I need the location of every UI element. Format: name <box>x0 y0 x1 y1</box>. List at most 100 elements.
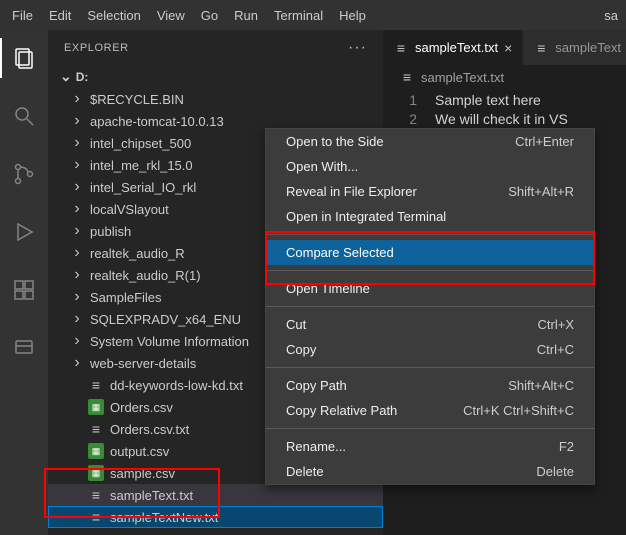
folder-label: localVSlayout <box>90 202 169 217</box>
folder-label: intel_me_rkl_15.0 <box>90 158 193 173</box>
file-label: sampleTextNew.txt <box>110 510 218 525</box>
file-icon <box>88 465 104 481</box>
activity-extensions-icon[interactable] <box>0 270 48 310</box>
menu-bar: File Edit Selection View Go Run Terminal… <box>0 0 626 30</box>
tree-file[interactable]: sampleText.txt <box>48 484 383 506</box>
tree-root[interactable]: D: <box>48 65 383 88</box>
chevron-right-icon <box>70 179 84 195</box>
context-menu-item[interactable]: Copy Path Shift+Alt+C <box>266 373 594 398</box>
close-icon[interactable]: × <box>504 41 512 55</box>
breadcrumb[interactable]: sampleText.txt <box>383 65 626 89</box>
activity-run-debug-icon[interactable] <box>0 212 48 252</box>
menu-terminal[interactable]: Terminal <box>266 0 331 30</box>
file-icon <box>88 443 104 459</box>
chevron-right-icon <box>70 157 84 173</box>
chevron-right-icon <box>70 311 84 327</box>
menu-run[interactable]: Run <box>226 0 266 30</box>
tree-folder[interactable]: $RECYCLE.BIN <box>48 88 383 110</box>
context-menu: Open to the SideCtrl+Enter Open With... Re… <box>265 128 595 485</box>
tab-active[interactable]: sampleText.txt × <box>383 30 523 65</box>
context-menu-item[interactable]: Rename...F2 <box>266 434 594 459</box>
menu-item-label: Compare Selected <box>286 245 394 260</box>
line-number: 1 <box>399 91 417 110</box>
activity-explorer-icon[interactable] <box>0 38 48 78</box>
line-text: We will check it in VS <box>435 110 568 129</box>
context-menu-item[interactable]: DeleteDelete <box>266 459 594 484</box>
context-menu-item[interactable]: Open Timeline <box>266 276 594 301</box>
context-menu-item[interactable]: Cut Ctrl+X <box>266 312 594 337</box>
menu-item-label: Copy Path <box>286 378 347 393</box>
explorer-header: EXPLORER ··· <box>48 30 383 65</box>
menu-selection[interactable]: Selection <box>79 0 148 30</box>
file-label: Orders.csv <box>110 400 173 415</box>
menu-item-label: Cut <box>286 317 306 332</box>
folder-label: intel_Serial_IO_rkl <box>90 180 196 195</box>
menu-item-shortcut: Shift+Alt+C <box>508 378 574 393</box>
folder-label: web-server-details <box>90 356 196 371</box>
file-icon <box>88 421 104 437</box>
menu-item-shortcut: Ctrl+K Ctrl+Shift+C <box>463 403 574 418</box>
folder-label: realtek_audio_R <box>90 246 185 261</box>
menu-item-shortcut: Delete <box>536 464 574 479</box>
context-menu-item[interactable]: Open to the SideCtrl+Enter <box>266 129 594 154</box>
menu-edit[interactable]: Edit <box>41 0 79 30</box>
menu-item-shortcut: Ctrl+C <box>537 342 574 357</box>
context-menu-item[interactable]: Reveal in File Explorer Shift+Alt+R <box>266 179 594 204</box>
tab-label: sampleText.txt <box>415 40 498 55</box>
file-label: sampleText.txt <box>110 488 193 503</box>
file-icon <box>88 377 104 393</box>
chevron-right-icon <box>70 267 84 283</box>
menu-item-label: Copy Relative Path <box>286 403 397 418</box>
folder-label: intel_chipset_500 <box>90 136 191 151</box>
file-icon <box>533 40 549 56</box>
activity-bar <box>0 30 48 535</box>
activity-remote-icon[interactable] <box>0 328 48 368</box>
folder-label: SQLEXPRADV_x64_ENU <box>90 312 241 327</box>
folder-label: publish <box>90 224 131 239</box>
menu-item-shortcut: Ctrl+X <box>538 317 574 332</box>
menu-item-label: Reveal in File Explorer <box>286 184 417 199</box>
folder-label: System Volume Information <box>90 334 249 349</box>
chevron-right-icon <box>70 333 84 349</box>
menu-go[interactable]: Go <box>193 0 226 30</box>
activity-source-control-icon[interactable] <box>0 154 48 194</box>
editor-tabs: sampleText.txt × sampleText <box>383 30 626 65</box>
tab-inactive[interactable]: sampleText <box>523 30 626 65</box>
title-fragment: sa <box>604 8 622 23</box>
file-label: dd-keywords-low-kd.txt <box>110 378 243 393</box>
menu-view[interactable]: View <box>149 0 193 30</box>
explorer-more-icon[interactable]: ··· <box>348 39 367 57</box>
menu-separator <box>266 367 594 368</box>
tree-file[interactable]: sampleTextNew.txt <box>48 506 383 528</box>
menu-item-label: Open With... <box>286 159 358 174</box>
menu-item-shortcut: Shift+Alt+R <box>508 184 574 199</box>
menu-item-label: Rename... <box>286 439 346 454</box>
context-menu-item[interactable]: Compare Selected <box>266 240 594 265</box>
tab-label: sampleText <box>555 40 621 55</box>
chevron-right-icon <box>70 201 84 217</box>
activity-search-icon[interactable] <box>0 96 48 136</box>
chevron-right-icon <box>70 245 84 261</box>
explorer-title: EXPLORER <box>64 42 129 54</box>
menu-item-label: Open in Integrated Terminal <box>286 209 446 224</box>
file-icon <box>88 399 104 415</box>
menu-separator <box>266 234 594 235</box>
file-icon <box>399 69 415 85</box>
breadcrumb-label: sampleText.txt <box>421 70 504 85</box>
menu-file[interactable]: File <box>4 0 41 30</box>
chevron-right-icon <box>70 113 84 129</box>
menu-separator <box>266 428 594 429</box>
chevron-right-icon <box>70 289 84 305</box>
menu-item-label: Copy <box>286 342 316 357</box>
file-icon <box>393 40 409 56</box>
menu-help[interactable]: Help <box>331 0 374 30</box>
file-icon <box>88 509 104 525</box>
context-menu-item[interactable]: Copy Ctrl+C <box>266 337 594 362</box>
context-menu-item[interactable]: Open in Integrated Terminal <box>266 204 594 229</box>
context-menu-item[interactable]: Open With... <box>266 154 594 179</box>
file-label: sample.csv <box>110 466 175 481</box>
context-menu-item[interactable]: Copy Relative Path Ctrl+K Ctrl+Shift+C <box>266 398 594 423</box>
file-label: Orders.csv.txt <box>110 422 189 437</box>
menu-separator <box>266 270 594 271</box>
folder-label: realtek_audio_R(1) <box>90 268 201 283</box>
